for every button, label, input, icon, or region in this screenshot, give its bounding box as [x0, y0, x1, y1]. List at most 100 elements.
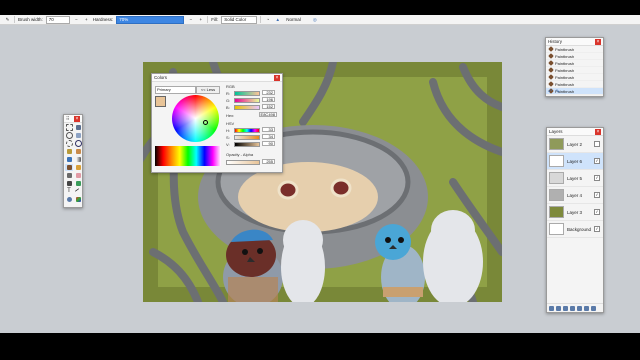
- increase-icon[interactable]: +: [197, 16, 204, 23]
- move-down-icon[interactable]: [584, 305, 589, 311]
- move-up-icon[interactable]: [577, 305, 582, 311]
- tool-lasso[interactable]: [65, 132, 73, 139]
- merge-down-icon[interactable]: [570, 305, 575, 311]
- history-item[interactable]: Paintbrush: [546, 81, 603, 88]
- paint-bucket-icon: [66, 157, 72, 162]
- history-item-label: Paintbrush: [555, 53, 575, 59]
- layer-row[interactable]: Layer 4 ✓: [547, 187, 603, 204]
- layer-visibility-checkbox[interactable]: ✓: [594, 226, 600, 232]
- history-controls: ↶ ↷: [548, 89, 559, 95]
- antialias-icon[interactable]: ◔: [264, 16, 271, 23]
- opacity-field[interactable]: 255: [262, 159, 275, 164]
- layer-visibility-checkbox[interactable]: ✓: [594, 192, 600, 198]
- color-mode-select[interactable]: Primary: [155, 86, 196, 94]
- recolor-icon: [75, 181, 81, 186]
- tool-line[interactable]: [74, 187, 82, 196]
- colors-window: Colors × Primary << Less RGB R: 232 G: 1…: [151, 73, 283, 173]
- layer-row[interactable]: Background ✓: [547, 221, 603, 238]
- history-item[interactable]: Paintbrush: [546, 74, 603, 81]
- redo-icon[interactable]: ↷: [555, 89, 559, 95]
- tool-eraser[interactable]: [74, 172, 82, 179]
- v-slider[interactable]: [234, 142, 260, 147]
- tool-palette[interactable]: [74, 196, 82, 203]
- b-slider[interactable]: [234, 105, 260, 110]
- add-layer-icon[interactable]: [549, 305, 554, 311]
- hardness-field[interactable]: 70%: [116, 15, 185, 24]
- fill-select[interactable]: Solid Color: [221, 15, 258, 24]
- primary-swatch[interactable]: [155, 96, 166, 107]
- tool-magic-wand[interactable]: [65, 148, 73, 155]
- delete-layer-icon[interactable]: [556, 305, 561, 311]
- decrease-icon[interactable]: −: [73, 16, 80, 23]
- tool-paintbrush[interactable]: [65, 164, 73, 171]
- layer-thumbnail: [549, 223, 564, 235]
- layer-row[interactable]: Layer 5 ✓: [547, 170, 603, 187]
- increase-icon[interactable]: +: [83, 16, 90, 23]
- close-icon[interactable]: ×: [595, 128, 601, 135]
- s-field[interactable]: 34: [262, 134, 275, 139]
- color-wheel[interactable]: [172, 95, 219, 142]
- h-label: H:: [226, 128, 230, 133]
- tool-paint-bucket[interactable]: [65, 156, 73, 163]
- layer-visibility-checkbox[interactable]: [594, 141, 600, 147]
- b-field[interactable]: 152: [262, 104, 275, 109]
- tool-recolor[interactable]: [74, 180, 82, 187]
- undo-icon[interactable]: ↶: [548, 89, 552, 95]
- tool-shapes[interactable]: [65, 196, 73, 203]
- opacity-label: Opacity - Alpha: [226, 152, 254, 157]
- alpha-blending-icon[interactable]: ◎: [311, 16, 318, 23]
- layer-properties-icon[interactable]: [591, 305, 596, 311]
- hex-label: Hex:: [226, 113, 235, 118]
- history-item[interactable]: Paintbrush: [546, 67, 603, 74]
- decrease-icon[interactable]: −: [187, 16, 194, 23]
- paintbrush-tool-icon[interactable]: ✎: [4, 16, 11, 23]
- blend-mode-icon[interactable]: ▲: [274, 16, 281, 23]
- history-item[interactable]: Paintbrush: [546, 60, 603, 67]
- close-icon[interactable]: ×: [74, 115, 80, 122]
- tool-move-selection[interactable]: [74, 132, 82, 139]
- history-panel: History × Paintbrush Paintbrush Paintbrush…: [545, 37, 604, 97]
- duplicate-layer-icon[interactable]: [563, 305, 568, 311]
- g-field[interactable]: 196: [262, 97, 275, 102]
- r-slider[interactable]: [234, 91, 260, 96]
- tool-color-picker[interactable]: [65, 180, 73, 187]
- tool-text[interactable]: T: [65, 188, 73, 195]
- color-wheel-marker[interactable]: [203, 120, 208, 125]
- layer-visibility-checkbox[interactable]: ✓: [594, 209, 600, 215]
- close-icon[interactable]: ×: [274, 74, 280, 81]
- r-field[interactable]: 232: [262, 90, 275, 95]
- palette-swatches[interactable]: [155, 146, 221, 166]
- hardness-label: Hardness:: [92, 17, 114, 22]
- less-button[interactable]: << Less: [196, 86, 220, 94]
- close-icon[interactable]: ×: [595, 38, 601, 45]
- layer-row[interactable]: Layer 3 ✓: [547, 204, 603, 221]
- opacity-slider[interactable]: [226, 160, 260, 165]
- tool-ellipse-select[interactable]: [65, 140, 73, 147]
- move-selection-icon: [75, 133, 81, 138]
- brush-width-field[interactable]: 70: [45, 15, 70, 24]
- s-slider[interactable]: [234, 135, 260, 140]
- layer-row[interactable]: Layer 6 ✓: [547, 153, 603, 170]
- rectangle-select-icon: [65, 124, 73, 131]
- history-item[interactable]: Paintbrush: [546, 53, 603, 60]
- tool-pencil[interactable]: [74, 164, 82, 171]
- tools-titlebar: ⠿ ×: [64, 115, 82, 123]
- tool-select-rect[interactable]: [65, 124, 73, 131]
- hex-field[interactable]: E8C498: [259, 112, 277, 117]
- layer-visibility-checkbox[interactable]: ✓: [594, 175, 600, 181]
- tool-gradient[interactable]: [74, 156, 82, 163]
- blend-mode-select[interactable]: Normal: [284, 17, 308, 23]
- tool-move[interactable]: [74, 124, 82, 131]
- h-slider[interactable]: [234, 128, 260, 133]
- h-field[interactable]: 33: [262, 127, 275, 132]
- tool-pan[interactable]: [74, 148, 82, 155]
- layer-visibility-checkbox[interactable]: ✓: [594, 158, 600, 164]
- v-field[interactable]: 90: [262, 141, 275, 146]
- tool-clone-stamp[interactable]: [65, 172, 73, 179]
- tool-zoom[interactable]: [74, 140, 82, 147]
- history-item-label: Paintbrush: [555, 81, 575, 87]
- history-item[interactable]: Paintbrush: [546, 46, 603, 53]
- g-slider[interactable]: [234, 98, 260, 103]
- layer-row[interactable]: Layer 2: [547, 136, 603, 153]
- magic-wand-icon: [66, 149, 72, 154]
